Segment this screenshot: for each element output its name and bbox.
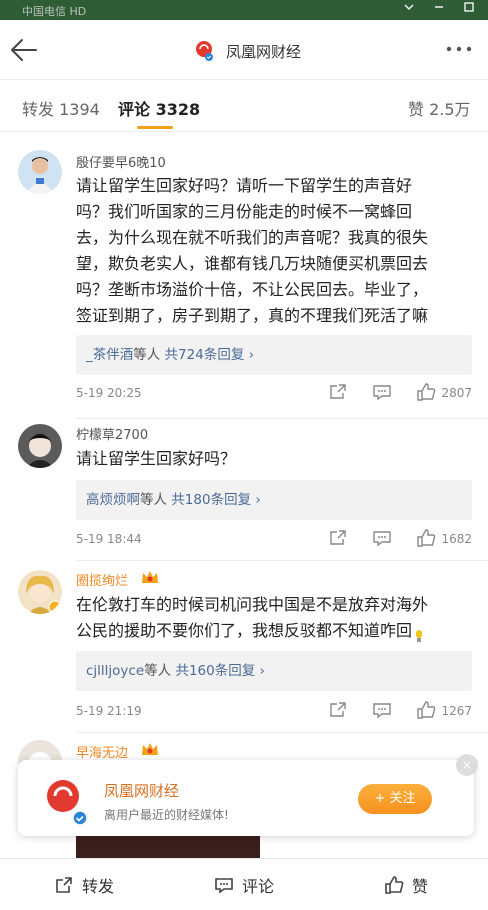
tab-repost[interactable]: 转发 1394 [22,96,100,120]
vip-crown-icon [140,568,160,590]
like-icon[interactable] [416,528,438,550]
avatar[interactable] [18,424,62,468]
like-icon[interactable] [416,700,438,722]
reply-summary[interactable]: _茶伴酒等人 共724条回复 › [76,335,472,375]
bottom-action-bar: 转发 评论 赞 [0,858,488,910]
comment-username[interactable]: 殷仔要早6晚10 [76,152,166,171]
comment-meta: 5-19 21:19 1267 [76,700,472,722]
chevron-down-icon[interactable] [396,0,422,20]
reply-summary[interactable]: cjllljoyce等人 共160条回复 › [76,651,472,691]
share-icon[interactable] [328,528,350,550]
account-name[interactable]: 凤凰网财经 [104,780,179,801]
comment-username[interactable]: 早海无边 [76,742,128,761]
share-icon[interactable] [328,700,350,722]
comment-text: 请让留学生回家好吗？请听一下留学生的声音好 吗？我们听国家的三月份能走的时候不一… [76,176,429,325]
vip-crown-icon [140,740,160,762]
top-header: 凤凰网财经 [0,20,488,80]
reply-summary[interactable]: 高烦烦啊等人 共180条回复 › [76,480,472,520]
maximize-icon[interactable] [456,0,482,20]
like-button[interactable]: 赞 [384,859,428,910]
verified-badge-icon [48,600,62,614]
active-tab-indicator [137,126,173,129]
tab-comment[interactable]: 评论 3328 [118,96,200,120]
comment-icon[interactable] [372,700,394,722]
comment-username[interactable]: 柠檬草2700 [76,424,148,443]
comment-button[interactable]: 评论 [214,859,274,910]
like-count: 1682 [441,532,472,546]
tab-like[interactable]: 赞 2.5万 [408,96,471,120]
carrier-status: 中国电信 HD [22,5,87,18]
comment-text: 请让留学生回家好吗？ [76,449,237,468]
comment-username[interactable]: 圈揽绚烂 [76,570,128,589]
account-title[interactable]: 凤凰网财经 [192,36,301,66]
more-button[interactable] [444,40,474,58]
chevron-right-icon: › [259,663,265,679]
comment-time: 5-19 21:19 [76,704,142,718]
comment-icon[interactable] [372,528,394,550]
tab-bar: 转发 1394 评论 3328 赞 2.5万 [0,82,488,132]
avatar[interactable] [18,570,62,614]
comment-meta: 5-19 18:44 1682 [76,528,472,550]
follow-button[interactable]: + 关注 [358,784,432,814]
share-icon[interactable] [328,382,350,404]
share-icon [56,877,72,893]
emoji-icon [412,625,426,642]
like-count: 2807 [441,386,472,400]
like-icon[interactable] [416,382,438,404]
account-desc: 离用户最近的财经媒体! [104,808,229,822]
page-title: 凤凰网财经 [226,42,302,61]
divider [76,732,488,733]
comment-icon [215,878,233,894]
close-icon[interactable]: × [456,754,478,776]
chevron-right-icon: › [255,492,261,508]
like-icon [385,876,404,894]
comment-meta: 5-19 20:25 2807 [76,382,472,404]
repost-button[interactable]: 转发 [54,859,114,910]
more-dots-icon [446,46,472,52]
comment-time: 5-19 20:25 [76,386,142,400]
minimize-icon[interactable] [426,0,452,20]
weibo-comment-page: 中国电信 HD 凤凰网财经 转发 1394 评论 3328 赞 2.5万 殷仔要… [0,0,488,910]
phoenix-logo-icon [40,780,88,826]
window-chrome: 中国电信 HD [0,0,488,20]
comment-text: 在伦敦打车的时候司机问我中国是不是放弃对海外 公民的援助不要你们了，我想反驳都不… [76,595,429,642]
like-count: 1267 [441,704,472,718]
chevron-right-icon: › [248,347,255,363]
comment-time: 5-19 18:44 [76,532,142,546]
account-logo[interactable] [36,772,90,826]
comment-icon[interactable] [372,382,394,404]
account-logo [192,39,216,63]
divider [76,418,488,419]
avatar[interactable] [18,150,62,194]
back-button[interactable] [8,34,48,66]
phoenix-logo-icon [196,41,213,61]
arrow-left-icon [11,39,37,61]
follow-card: 凤凰网财经 离用户最近的财经媒体! + 关注 × [18,754,478,836]
divider [76,560,488,561]
